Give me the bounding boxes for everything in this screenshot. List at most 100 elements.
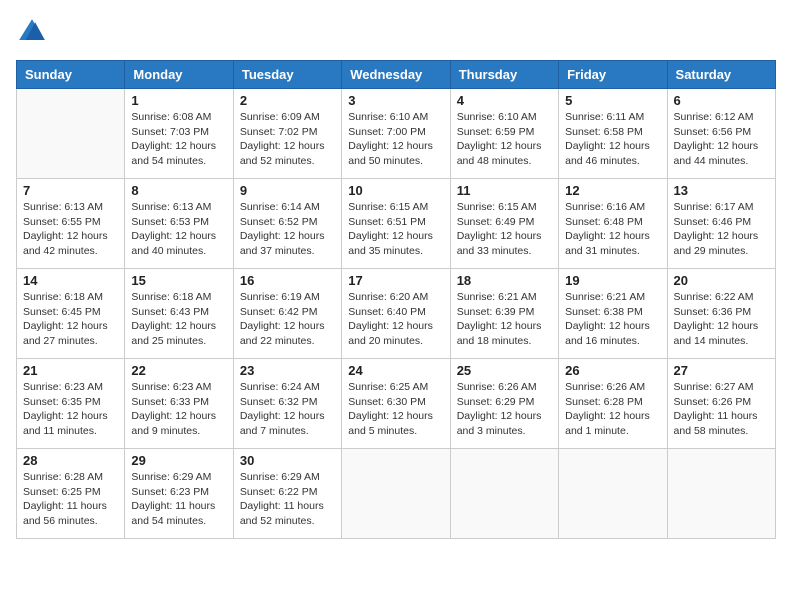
day-number: 21 (23, 363, 118, 378)
header-cell-friday: Friday (559, 61, 667, 89)
day-number: 9 (240, 183, 335, 198)
day-number: 12 (565, 183, 660, 198)
day-number: 28 (23, 453, 118, 468)
day-number: 1 (131, 93, 226, 108)
day-info: Sunrise: 6:11 AMSunset: 6:58 PMDaylight:… (565, 110, 660, 169)
day-number: 22 (131, 363, 226, 378)
day-info: Sunrise: 6:26 AMSunset: 6:29 PMDaylight:… (457, 380, 552, 439)
day-info: Sunrise: 6:15 AMSunset: 6:49 PMDaylight:… (457, 200, 552, 259)
day-cell: 22 Sunrise: 6:23 AMSunset: 6:33 PMDayligh… (125, 359, 233, 449)
calendar-body: 1 Sunrise: 6:08 AMSunset: 7:03 PMDaylight… (17, 89, 776, 539)
day-cell: 29 Sunrise: 6:29 AMSunset: 6:23 PMDayligh… (125, 449, 233, 539)
day-cell: 3 Sunrise: 6:10 AMSunset: 7:00 PMDaylight… (342, 89, 450, 179)
day-cell: 19Sunrise: 6:21 AMSunset: 6:38 PMDayligh… (559, 269, 667, 359)
day-info: Sunrise: 6:23 AMSunset: 6:35 PMDaylight:… (23, 380, 118, 439)
day-info: Sunrise: 6:13 AMSunset: 6:53 PMDaylight:… (131, 200, 226, 259)
day-info: Sunrise: 6:29 AMSunset: 6:22 PMDaylight:… (240, 470, 335, 529)
day-number: 5 (565, 93, 660, 108)
day-info: Sunrise: 6:20 AMSunset: 6:40 PMDaylight:… (348, 290, 443, 349)
header-cell-monday: Monday (125, 61, 233, 89)
day-cell: 7 Sunrise: 6:13 AMSunset: 6:55 PMDaylight… (17, 179, 125, 269)
day-info: Sunrise: 6:13 AMSunset: 6:55 PMDaylight:… (23, 200, 118, 259)
day-cell: 27 Sunrise: 6:27 AMSunset: 6:26 PMDayligh… (667, 359, 775, 449)
day-cell: 2 Sunrise: 6:09 AMSunset: 7:02 PMDaylight… (233, 89, 341, 179)
day-cell: 6Sunrise: 6:12 AMSunset: 6:56 PMDaylight… (667, 89, 775, 179)
week-row-4: 21 Sunrise: 6:23 AMSunset: 6:35 PMDayligh… (17, 359, 776, 449)
day-number: 29 (131, 453, 226, 468)
day-cell (559, 449, 667, 539)
day-cell: 18Sunrise: 6:21 AMSunset: 6:39 PMDayligh… (450, 269, 558, 359)
day-cell: 10 Sunrise: 6:15 AMSunset: 6:51 PMDayligh… (342, 179, 450, 269)
day-info: Sunrise: 6:27 AMSunset: 6:26 PMDaylight:… (674, 380, 769, 439)
day-cell (342, 449, 450, 539)
day-cell (450, 449, 558, 539)
day-info: Sunrise: 6:17 AMSunset: 6:46 PMDaylight:… (674, 200, 769, 259)
day-info: Sunrise: 6:12 AMSunset: 6:56 PMDaylight:… (674, 110, 769, 169)
day-number: 18 (457, 273, 552, 288)
day-cell: 30 Sunrise: 6:29 AMSunset: 6:22 PMDayligh… (233, 449, 341, 539)
day-number: 19 (565, 273, 660, 288)
day-info: Sunrise: 6:18 AMSunset: 6:45 PMDaylight:… (23, 290, 118, 349)
page-header (16, 16, 776, 48)
day-number: 4 (457, 93, 552, 108)
day-number: 24 (348, 363, 443, 378)
day-number: 13 (674, 183, 769, 198)
day-cell: 28 Sunrise: 6:28 AMSunset: 6:25 PMDayligh… (17, 449, 125, 539)
header-row: SundayMondayTuesdayWednesdayThursdayFrid… (17, 61, 776, 89)
week-row-2: 7 Sunrise: 6:13 AMSunset: 6:55 PMDaylight… (17, 179, 776, 269)
day-info: Sunrise: 6:23 AMSunset: 6:33 PMDaylight:… (131, 380, 226, 439)
day-info: Sunrise: 6:29 AMSunset: 6:23 PMDaylight:… (131, 470, 226, 529)
day-info: Sunrise: 6:26 AMSunset: 6:28 PMDaylight:… (565, 380, 660, 439)
day-number: 14 (23, 273, 118, 288)
day-number: 10 (348, 183, 443, 198)
day-cell: 26Sunrise: 6:26 AMSunset: 6:28 PMDayligh… (559, 359, 667, 449)
day-cell: 21 Sunrise: 6:23 AMSunset: 6:35 PMDayligh… (17, 359, 125, 449)
day-number: 20 (674, 273, 769, 288)
day-number: 2 (240, 93, 335, 108)
day-info: Sunrise: 6:10 AMSunset: 7:00 PMDaylight:… (348, 110, 443, 169)
day-number: 11 (457, 183, 552, 198)
day-info: Sunrise: 6:24 AMSunset: 6:32 PMDaylight:… (240, 380, 335, 439)
day-cell (667, 449, 775, 539)
day-number: 30 (240, 453, 335, 468)
header-cell-saturday: Saturday (667, 61, 775, 89)
day-cell: 15 Sunrise: 6:18 AMSunset: 6:43 PMDayligh… (125, 269, 233, 359)
day-number: 15 (131, 273, 226, 288)
day-info: Sunrise: 6:09 AMSunset: 7:02 PMDaylight:… (240, 110, 335, 169)
day-cell: 20 Sunrise: 6:22 AMSunset: 6:36 PMDayligh… (667, 269, 775, 359)
day-info: Sunrise: 6:08 AMSunset: 7:03 PMDaylight:… (131, 110, 226, 169)
day-info: Sunrise: 6:22 AMSunset: 6:36 PMDaylight:… (674, 290, 769, 349)
day-number: 7 (23, 183, 118, 198)
header-cell-thursday: Thursday (450, 61, 558, 89)
logo-icon (16, 16, 48, 48)
week-row-3: 14 Sunrise: 6:18 AMSunset: 6:45 PMDayligh… (17, 269, 776, 359)
day-number: 8 (131, 183, 226, 198)
day-cell: 5 Sunrise: 6:11 AMSunset: 6:58 PMDaylight… (559, 89, 667, 179)
week-row-1: 1 Sunrise: 6:08 AMSunset: 7:03 PMDaylight… (17, 89, 776, 179)
day-info: Sunrise: 6:25 AMSunset: 6:30 PMDaylight:… (348, 380, 443, 439)
day-info: Sunrise: 6:28 AMSunset: 6:25 PMDaylight:… (23, 470, 118, 529)
day-number: 3 (348, 93, 443, 108)
day-cell: 14 Sunrise: 6:18 AMSunset: 6:45 PMDayligh… (17, 269, 125, 359)
day-cell (17, 89, 125, 179)
day-cell: 17 Sunrise: 6:20 AMSunset: 6:40 PMDayligh… (342, 269, 450, 359)
day-cell: 9Sunrise: 6:14 AMSunset: 6:52 PMDaylight… (233, 179, 341, 269)
day-info: Sunrise: 6:18 AMSunset: 6:43 PMDaylight:… (131, 290, 226, 349)
header-cell-tuesday: Tuesday (233, 61, 341, 89)
day-number: 25 (457, 363, 552, 378)
calendar-header: SundayMondayTuesdayWednesdayThursdayFrid… (17, 61, 776, 89)
calendar-table: SundayMondayTuesdayWednesdayThursdayFrid… (16, 60, 776, 539)
day-cell: 1 Sunrise: 6:08 AMSunset: 7:03 PMDaylight… (125, 89, 233, 179)
day-cell: 23Sunrise: 6:24 AMSunset: 6:32 PMDayligh… (233, 359, 341, 449)
day-info: Sunrise: 6:15 AMSunset: 6:51 PMDaylight:… (348, 200, 443, 259)
day-cell: 24 Sunrise: 6:25 AMSunset: 6:30 PMDayligh… (342, 359, 450, 449)
day-number: 27 (674, 363, 769, 378)
day-cell: 13 Sunrise: 6:17 AMSunset: 6:46 PMDayligh… (667, 179, 775, 269)
header-cell-wednesday: Wednesday (342, 61, 450, 89)
logo (16, 16, 52, 48)
day-number: 17 (348, 273, 443, 288)
day-cell: 16Sunrise: 6:19 AMSunset: 6:42 PMDayligh… (233, 269, 341, 359)
day-cell: 12 Sunrise: 6:16 AMSunset: 6:48 PMDayligh… (559, 179, 667, 269)
day-info: Sunrise: 6:19 AMSunset: 6:42 PMDaylight:… (240, 290, 335, 349)
day-info: Sunrise: 6:16 AMSunset: 6:48 PMDaylight:… (565, 200, 660, 259)
